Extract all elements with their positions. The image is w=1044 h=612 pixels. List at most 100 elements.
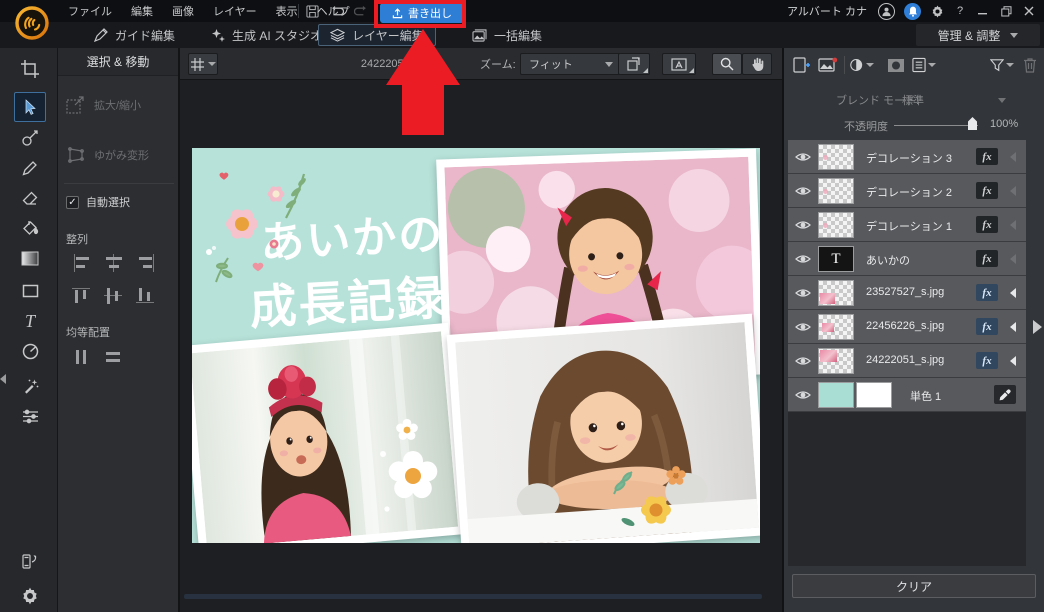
layer-thumbnail[interactable] <box>818 382 854 408</box>
manage-adjust-button[interactable]: 管理 & 調整 <box>916 24 1040 46</box>
auto-select-row[interactable]: ✓ 自動選択 <box>66 194 130 210</box>
layer-expander-icon[interactable] <box>1010 152 1016 162</box>
zoom-tool-button[interactable] <box>712 53 742 75</box>
distribute-horizontal-icon[interactable] <box>72 348 92 366</box>
layer-expander-icon[interactable] <box>1010 220 1016 230</box>
account-icon[interactable] <box>878 2 895 20</box>
tab-layer-edit[interactable]: レイヤー編集 <box>318 24 436 46</box>
align-bottom-icon[interactable] <box>136 286 156 304</box>
magic-wand-tool-icon[interactable] <box>18 374 42 398</box>
auto-select-checkbox[interactable]: ✓ <box>66 195 79 209</box>
rotate-canvas-button[interactable] <box>618 53 650 75</box>
fx-badge[interactable]: fx <box>976 284 998 301</box>
fx-badge[interactable]: fx <box>976 148 998 165</box>
export-button[interactable]: 書き出し <box>380 3 464 23</box>
layer-thumbnail[interactable] <box>818 212 854 238</box>
redo-icon[interactable] <box>352 3 370 19</box>
layer-thumbnail[interactable] <box>818 348 854 374</box>
layer-mask-thumbnail[interactable] <box>856 382 892 408</box>
tab-guide-edit[interactable]: ガイド編集 <box>86 24 183 46</box>
menu-edit[interactable]: 編集 <box>131 3 153 19</box>
layer-expander-icon[interactable] <box>1010 254 1016 264</box>
undo-icon[interactable] <box>327 3 345 19</box>
rectangle-tool-icon[interactable] <box>18 279 42 303</box>
close-icon[interactable] <box>1022 4 1036 18</box>
notifications-icon[interactable] <box>904 2 921 20</box>
align-middle-icon[interactable] <box>104 286 124 304</box>
menu-file[interactable]: ファイル <box>68 3 112 19</box>
text-tool-icon[interactable]: T <box>18 309 42 333</box>
send-to-device-icon[interactable] <box>18 549 42 573</box>
visibility-eye-icon[interactable] <box>795 355 811 370</box>
layer-row[interactable]: デコレーション 1 fx <box>788 208 1026 242</box>
delete-layer-trash-icon[interactable] <box>1018 55 1042 75</box>
layer-row[interactable]: 22456226_s.jpg fx <box>788 310 1026 344</box>
layer-expander-icon[interactable] <box>1010 288 1016 298</box>
layer-expander-icon[interactable] <box>1010 356 1016 366</box>
layer-thumbnail[interactable] <box>818 178 854 204</box>
align-top-icon[interactable] <box>72 286 92 304</box>
restore-icon[interactable] <box>999 4 1013 18</box>
menu-image[interactable]: 画像 <box>172 3 194 19</box>
menu-layer[interactable]: レイヤー <box>213 3 257 19</box>
layer-row[interactable]: デコレーション 3 fx <box>788 140 1026 174</box>
makeover-tool-icon[interactable] <box>18 126 42 150</box>
visibility-eye-icon[interactable] <box>795 219 811 234</box>
canvas-size-button[interactable] <box>662 53 696 75</box>
collapse-panel-right-handle[interactable] <box>1033 320 1042 334</box>
pen-tool-icon[interactable] <box>18 156 42 180</box>
fx-badge[interactable]: fx <box>976 250 998 267</box>
layer-row[interactable]: 23527527_s.jpg fx <box>788 276 1026 310</box>
tab-batch-edit[interactable]: 一括編集 <box>464 24 550 46</box>
minimize-icon[interactable] <box>976 4 990 18</box>
layer-styles-icon[interactable] <box>912 55 936 75</box>
crop-tool-icon[interactable] <box>18 57 42 81</box>
fx-badge[interactable]: fx <box>976 352 998 369</box>
help-icon[interactable]: ? <box>953 4 967 18</box>
horizontal-scrollbar[interactable] <box>184 594 762 599</box>
layer-expander-icon[interactable] <box>1010 186 1016 196</box>
layer-row[interactable]: 24222051_s.jpg fx <box>788 344 1026 378</box>
zoom-select[interactable]: フィット <box>520 53 620 75</box>
layer-thumbnail[interactable] <box>818 314 854 340</box>
align-right-icon[interactable] <box>136 254 156 272</box>
visibility-eye-icon[interactable] <box>795 321 811 336</box>
mask-layer-icon[interactable] <box>884 55 908 75</box>
adjust-tool-icon[interactable] <box>18 404 42 428</box>
tab-ai-studio[interactable]: 生成 AI スタジオ <box>203 24 330 46</box>
fill-tool-icon[interactable] <box>18 216 42 240</box>
grid-toggle-button[interactable] <box>188 53 218 75</box>
layer-row[interactable]: デコレーション 2 fx <box>788 174 1026 208</box>
distort-button[interactable]: ゆがみ変形 <box>66 140 172 170</box>
new-layer-icon[interactable] <box>790 55 814 75</box>
gradient-tool-icon[interactable] <box>18 246 42 270</box>
layer-row[interactable]: T あいかの fx <box>788 242 1026 276</box>
settings-gear-icon[interactable] <box>930 4 944 18</box>
align-left-icon[interactable] <box>72 254 92 272</box>
visibility-eye-icon[interactable] <box>795 253 811 268</box>
collapse-panel-left-handle[interactable] <box>0 366 9 392</box>
eraser-tool-icon[interactable] <box>18 186 42 210</box>
filter-funnel-icon[interactable] <box>990 55 1014 75</box>
add-image-layer-icon[interactable] <box>816 55 840 75</box>
menu-view[interactable]: 表示 <box>276 3 298 19</box>
visibility-eye-icon[interactable] <box>795 151 811 166</box>
visibility-eye-icon[interactable] <box>795 389 811 404</box>
preferences-gear-icon[interactable] <box>18 584 42 608</box>
blend-mode-value[interactable]: 標準 <box>902 92 924 108</box>
artwork-canvas[interactable]: あいかの 成長記録 <box>192 148 760 543</box>
scale-button[interactable]: 拡大/縮小 <box>66 90 172 120</box>
visibility-eye-icon[interactable] <box>795 287 811 302</box>
distribute-vertical-icon[interactable] <box>104 348 124 366</box>
layer-thumbnail[interactable] <box>818 280 854 306</box>
eyedropper-icon[interactable] <box>994 385 1016 404</box>
layer-row[interactable]: 単色 1 <box>788 378 1026 412</box>
pick-tool-icon[interactable] <box>14 92 46 122</box>
fx-badge[interactable]: fx <box>976 216 998 233</box>
fx-badge[interactable]: fx <box>976 182 998 199</box>
layer-thumbnail[interactable]: T <box>818 246 854 272</box>
clear-button[interactable]: クリア <box>792 574 1036 598</box>
save-icon[interactable] <box>303 3 321 19</box>
visibility-eye-icon[interactable] <box>795 185 811 200</box>
layer-thumbnail[interactable] <box>818 144 854 170</box>
